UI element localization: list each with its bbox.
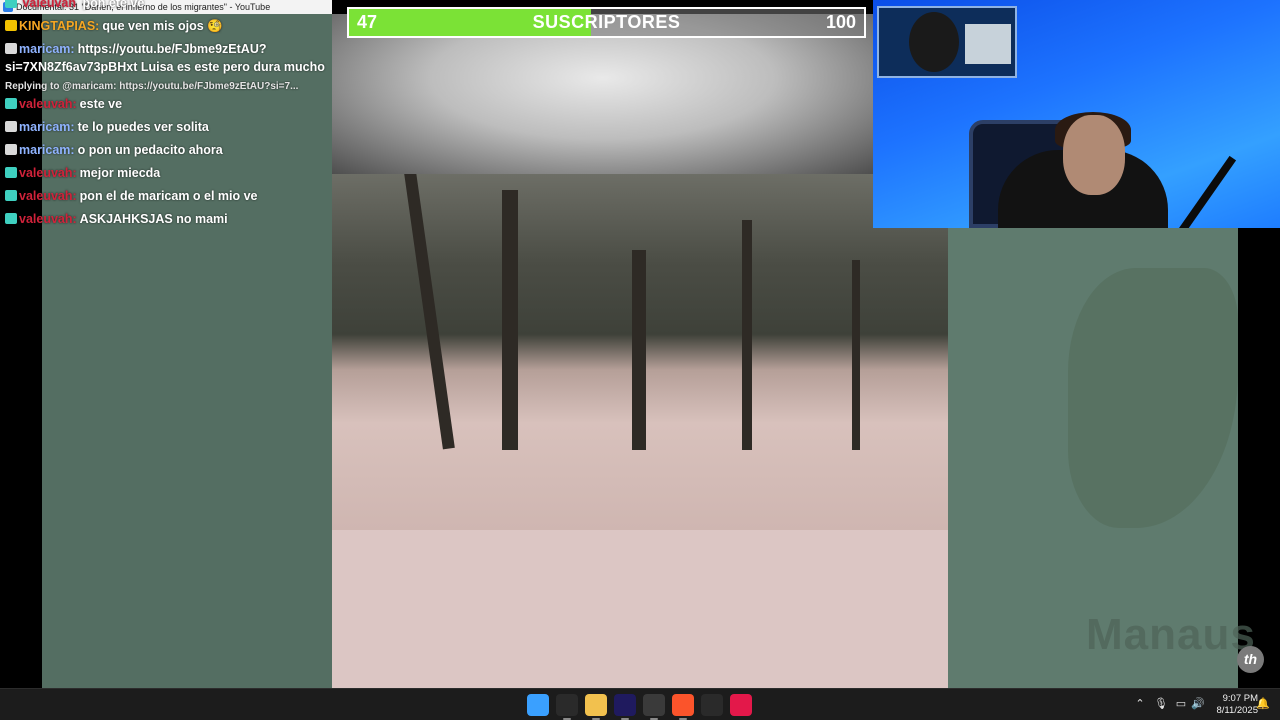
taskbar: ⌃ 🎙 ▭ 🔊 9:07 PM 8/11/2025 🔔 — [0, 688, 1280, 720]
webcam-overlay — [873, 0, 1280, 228]
subscriber-goal-bar: 47 SUSCRIPTORES 100 — [347, 7, 866, 38]
epic-games-button[interactable] — [556, 694, 578, 720]
brave-icon — [672, 694, 694, 716]
start-button[interactable] — [527, 694, 549, 716]
chat-message-text: pon el de maricam o el mio ve — [79, 189, 258, 203]
premiere-button[interactable] — [614, 694, 636, 720]
chat-message-text: ASKJAHKSJAS no mami — [79, 212, 228, 226]
chat-message-text: te lo puedes ver solita — [77, 120, 209, 134]
crown-icon — [5, 20, 17, 31]
chat-message-text: pon ete ve — [82, 0, 145, 10]
epic-games-icon — [556, 694, 578, 716]
microphone-icon[interactable]: 🎙 — [1154, 697, 1168, 711]
shield-icon — [5, 121, 17, 132]
th-watermark-logo: th — [1237, 646, 1264, 673]
chat-message-list: KINGTAPIAS: que ven mis ojos 🧐 maricam: htt… — [5, 17, 327, 228]
notification-bell-icon[interactable]: 🔔 — [1256, 697, 1270, 711]
chat-message: maricam: o pon un pedacito ahora — [5, 141, 327, 159]
video-bottom-pane — [332, 530, 948, 688]
chat-message: valeuvah: este ve — [5, 95, 327, 113]
gift-icon — [5, 190, 17, 201]
chat-message: valeuvah: ASKJAHKSJAS no mami — [5, 210, 327, 228]
tiktok-icon — [730, 694, 752, 716]
windows-icon — [527, 694, 549, 716]
obs-button[interactable] — [643, 694, 665, 720]
premiere-icon — [614, 694, 636, 716]
stream-canvas: Manaus 47 SUSCRIPTORES 100 Documental: 3… — [0, 0, 1280, 688]
video-top-blur — [332, 14, 873, 174]
chat-overlay: valeuvah pon ete ve KINGTAPIAS: que ven m… — [5, 0, 327, 233]
capcut-icon — [701, 694, 723, 716]
chat-message: valeuvah: pon el de maricam o el mio ve — [5, 187, 327, 205]
goal-target-count: 100 — [825, 12, 856, 32]
chat-username: maricam: — [19, 120, 75, 134]
chat-username: valeuvah: — [19, 97, 77, 111]
chat-reply-context: Replying to @maricam: https://youtu.be/F… — [5, 81, 299, 92]
brave-button[interactable] — [672, 694, 694, 720]
chat-message-text: este ve — [79, 97, 123, 111]
gift-icon — [5, 213, 17, 224]
clock-time: 9:07 PM — [1222, 693, 1258, 704]
gift-icon — [5, 167, 17, 178]
chat-message: maricam: https://youtu.be/FJbme9zEtAU?si=… — [5, 40, 327, 76]
folder-icon — [585, 694, 607, 716]
tiktok-button[interactable] — [730, 694, 752, 716]
capcut-button[interactable] — [701, 694, 723, 716]
network-icon[interactable]: ▭ — [1174, 697, 1188, 711]
chat-message: valeuvah: mejor miecda — [5, 164, 327, 182]
video-tree — [401, 174, 455, 450]
volume-icon[interactable]: 🔊 — [1191, 697, 1205, 711]
poster-portrait — [909, 12, 959, 72]
system-clock[interactable]: 9:07 PM 8/11/2025 — [1206, 693, 1258, 717]
video-tree — [502, 190, 518, 450]
poster-banknote — [965, 24, 1011, 64]
chat-username: maricam: — [19, 42, 75, 56]
chat-username: valeuvah: — [19, 212, 77, 226]
jungle-video-frame — [332, 174, 948, 530]
map-place-label: Manaus — [1086, 610, 1256, 659]
gift-icon — [5, 98, 17, 109]
chat-message: KINGTAPIAS: que ven mis ojos 🧐 — [5, 17, 327, 35]
goal-label: SUSCRIPTORES — [532, 12, 681, 32]
map-background-right: Manaus — [948, 228, 1255, 688]
map-landmass — [1068, 268, 1238, 528]
chat-message: maricam: te lo puedes ver solita — [5, 118, 327, 136]
chevron-up-icon[interactable]: ⌃ — [1133, 697, 1147, 711]
gift-icon — [5, 0, 17, 8]
chat-message-partial: valeuvah pon ete ve — [5, 0, 327, 12]
chat-username: valeuvah: — [19, 189, 77, 203]
video-tree — [742, 220, 752, 450]
chat-username: valeuvah: — [19, 166, 77, 180]
clock-date: 8/11/2025 — [1216, 705, 1258, 716]
streamer-head — [1063, 115, 1125, 195]
obs-icon — [643, 694, 665, 716]
wall-poster — [877, 6, 1017, 78]
chat-message-text: o pon un pedacito ahora — [77, 143, 223, 157]
shield-icon — [5, 144, 17, 155]
chat-username: KINGTAPIAS: — [19, 19, 100, 33]
mic-arm — [1177, 155, 1237, 228]
video-tree — [852, 260, 860, 450]
video-tree — [632, 250, 646, 450]
chat-message-text: que ven mis ojos 🧐 — [102, 19, 223, 33]
chat-username: valeuvah — [22, 0, 76, 10]
shield-icon — [5, 43, 17, 54]
file-explorer-button[interactable] — [585, 694, 607, 720]
chat-username: maricam: — [19, 143, 75, 157]
chat-message-text: mejor miecda — [79, 166, 161, 180]
